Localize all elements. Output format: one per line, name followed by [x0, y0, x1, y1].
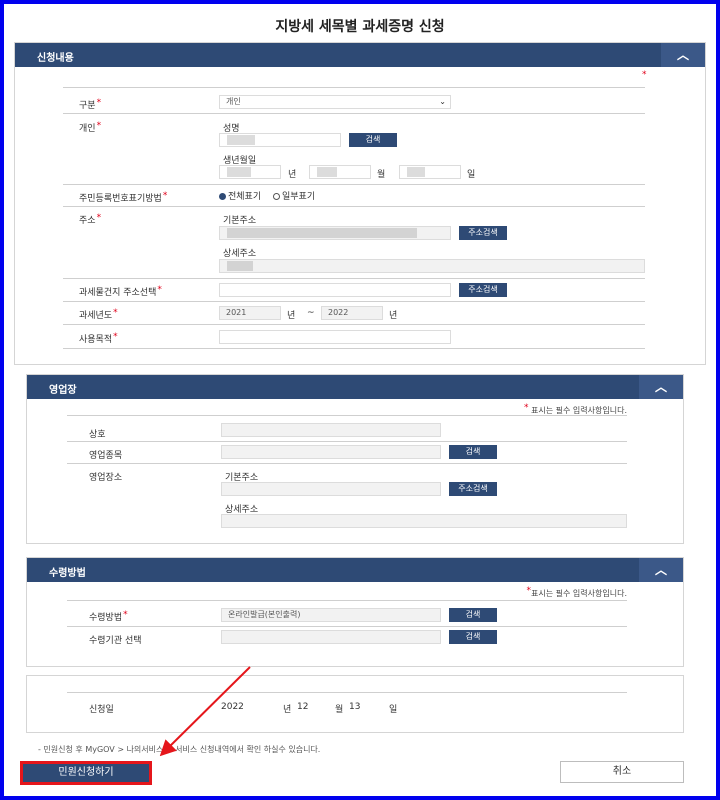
annotation-arrow — [159, 666, 251, 757]
page: 지방세 세목별 과세증명 신청 신청내용 ︿ * 구분* 개인 ⌄ 개인* 성명 … — [4, 4, 716, 796]
